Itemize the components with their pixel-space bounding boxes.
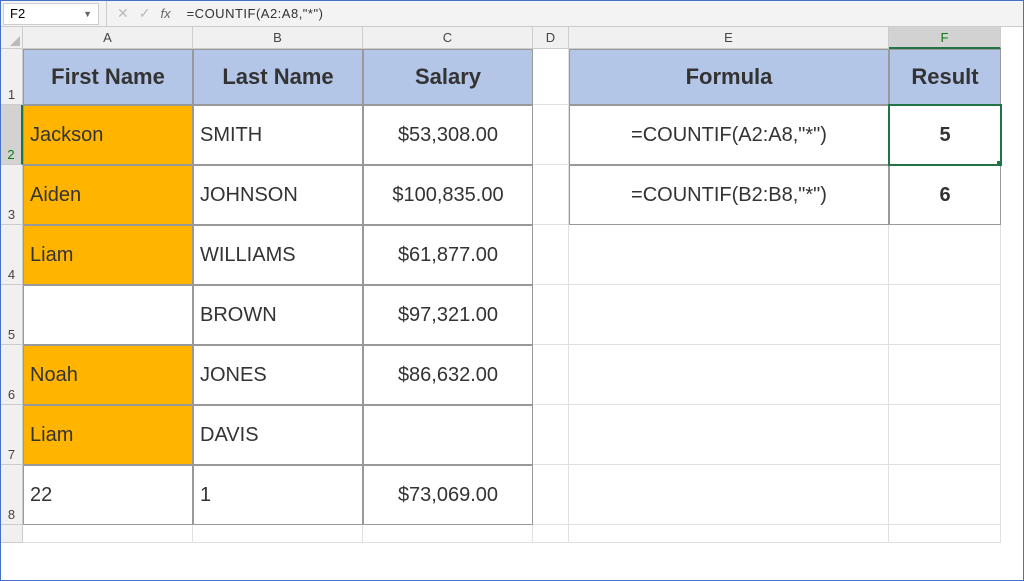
header-last-name[interactable]: Last Name (193, 49, 363, 105)
row-header-3[interactable]: 3 (1, 165, 23, 225)
cell-a5[interactable] (23, 285, 193, 345)
cell-b9[interactable] (193, 525, 363, 543)
col-header-a[interactable]: A (23, 27, 193, 49)
name-box-value: F2 (10, 6, 25, 21)
cell-c7[interactable] (363, 405, 533, 465)
grid[interactable]: First Name Last Name Salary Formula Resu… (23, 49, 1001, 543)
formula-bar: F2 ▼ ✕ ✓ fx =COUNTIF(A2:A8,"*") (1, 1, 1023, 27)
col-header-c[interactable]: C (363, 27, 533, 49)
cell-b5[interactable]: BROWN (193, 285, 363, 345)
cell-a7[interactable]: Liam (23, 405, 193, 465)
cell-d8[interactable] (533, 465, 569, 525)
cell-f5[interactable] (889, 285, 1001, 345)
cell-f9[interactable] (889, 525, 1001, 543)
row-header-5[interactable]: 5 (1, 285, 23, 345)
formula-bar-icons: ✕ ✓ fx (107, 5, 181, 22)
cell-c3[interactable]: $100,835.00 (363, 165, 533, 225)
cell-e8[interactable] (569, 465, 889, 525)
formula-input[interactable]: =COUNTIF(A2:A8,"*") (181, 1, 1023, 26)
accept-icon[interactable]: ✓ (139, 5, 151, 22)
row-header-6[interactable]: 6 (1, 345, 23, 405)
cell-d3[interactable] (533, 165, 569, 225)
cell-c5[interactable]: $97,321.00 (363, 285, 533, 345)
cancel-icon[interactable]: ✕ (117, 5, 129, 22)
header-result[interactable]: Result (889, 49, 1001, 105)
cell-d6[interactable] (533, 345, 569, 405)
select-all-corner[interactable] (1, 27, 23, 49)
cell-b6[interactable]: JONES (193, 345, 363, 405)
cell-b8[interactable]: 1 (193, 465, 363, 525)
cell-f3[interactable]: 6 (889, 165, 1001, 225)
cell-a6[interactable]: Noah (23, 345, 193, 405)
cell-f8[interactable] (889, 465, 1001, 525)
cell-d7[interactable] (533, 405, 569, 465)
cell-e4[interactable] (569, 225, 889, 285)
cell-d5[interactable] (533, 285, 569, 345)
row-header-1[interactable]: 1 (1, 49, 23, 105)
cell-f7[interactable] (889, 405, 1001, 465)
cell-e2[interactable]: =COUNTIF(A2:A8,"*") (569, 105, 889, 165)
row-header-2[interactable]: 2 (1, 105, 23, 165)
cell-e6[interactable] (569, 345, 889, 405)
cell-f2[interactable]: 5 (889, 105, 1001, 165)
table-row: Noah JONES $86,632.00 (23, 345, 1001, 405)
row-header-4[interactable]: 4 (1, 225, 23, 285)
cell-c8[interactable]: $73,069.00 (363, 465, 533, 525)
table-row: 22 1 $73,069.00 (23, 465, 1001, 525)
cell-c6[interactable]: $86,632.00 (363, 345, 533, 405)
row-headers: 1 2 3 4 5 6 7 8 (1, 49, 23, 543)
formula-bar-divider (99, 1, 107, 26)
col-header-e[interactable]: E (569, 27, 889, 49)
table-row (23, 525, 1001, 543)
cell-b2[interactable]: SMITH (193, 105, 363, 165)
cell-e5[interactable] (569, 285, 889, 345)
cell-d2[interactable] (533, 105, 569, 165)
cell-c9[interactable] (363, 525, 533, 543)
cell-b4[interactable]: WILLIAMS (193, 225, 363, 285)
cell-c4[interactable]: $61,877.00 (363, 225, 533, 285)
cell-a9[interactable] (23, 525, 193, 543)
table-row: Liam WILLIAMS $61,877.00 (23, 225, 1001, 285)
table-row: Liam DAVIS (23, 405, 1001, 465)
cell-f6[interactable] (889, 345, 1001, 405)
cell-e9[interactable] (569, 525, 889, 543)
sheet-area: A B C D E F 1 2 3 4 5 6 7 8 (1, 27, 1023, 580)
header-salary[interactable]: Salary (363, 49, 533, 105)
cell-d1[interactable] (533, 49, 569, 105)
cell-d9[interactable] (533, 525, 569, 543)
cell-a4[interactable]: Liam (23, 225, 193, 285)
row-header-9[interactable] (1, 525, 23, 543)
table-row: Aiden JOHNSON $100,835.00 =COUNTIF(B2:B8… (23, 165, 1001, 225)
formula-text: =COUNTIF(A2:A8,"*") (187, 6, 324, 21)
cell-e3[interactable]: =COUNTIF(B2:B8,"*") (569, 165, 889, 225)
cell-e7[interactable] (569, 405, 889, 465)
cell-f4[interactable] (889, 225, 1001, 285)
cell-b3[interactable]: JOHNSON (193, 165, 363, 225)
table-row: Jackson SMITH $53,308.00 =COUNTIF(A2:A8,… (23, 105, 1001, 165)
header-formula[interactable]: Formula (569, 49, 889, 105)
cell-a2[interactable]: Jackson (23, 105, 193, 165)
cell-a8[interactable]: 22 (23, 465, 193, 525)
row-header-8[interactable]: 8 (1, 465, 23, 525)
cell-c2[interactable]: $53,308.00 (363, 105, 533, 165)
table-row: BROWN $97,321.00 (23, 285, 1001, 345)
cell-a3[interactable]: Aiden (23, 165, 193, 225)
col-header-b[interactable]: B (193, 27, 363, 49)
table-row: First Name Last Name Salary Formula Resu… (23, 49, 1001, 105)
col-header-f[interactable]: F (889, 27, 1001, 49)
fx-icon[interactable]: fx (160, 6, 170, 21)
col-header-d[interactable]: D (533, 27, 569, 49)
name-box[interactable]: F2 ▼ (3, 3, 99, 25)
column-headers: A B C D E F (1, 27, 1023, 49)
header-first-name[interactable]: First Name (23, 49, 193, 105)
cell-b7[interactable]: DAVIS (193, 405, 363, 465)
chevron-down-icon[interactable]: ▼ (83, 9, 92, 19)
row-header-7[interactable]: 7 (1, 405, 23, 465)
cell-d4[interactable] (533, 225, 569, 285)
